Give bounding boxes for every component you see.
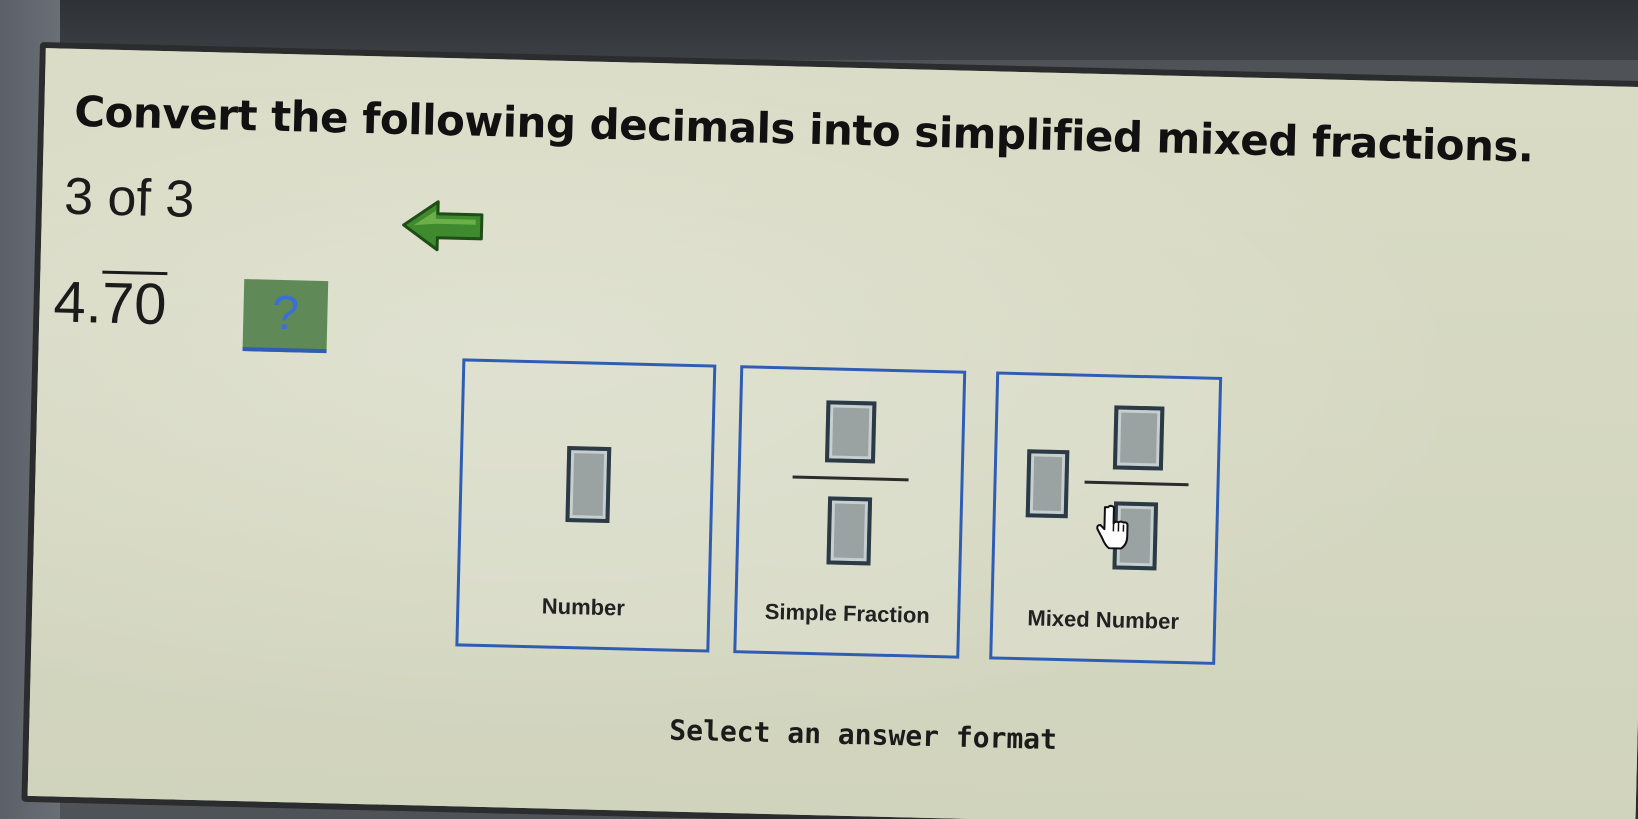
numerator-slot-icon bbox=[1112, 405, 1165, 471]
exercise-panel: Convert the following decimals into simp… bbox=[21, 42, 1638, 819]
back-arrow-button[interactable] bbox=[399, 197, 486, 255]
decimal-whole-part: 4. bbox=[52, 269, 103, 336]
decimal-repeating-part: 70 bbox=[101, 270, 168, 338]
format-number-label: Number bbox=[541, 593, 626, 621]
denominator-slot-icon bbox=[826, 496, 873, 566]
format-mixed-number-label: Mixed Number bbox=[1027, 605, 1180, 634]
screen: Convert the following decimals into simp… bbox=[0, 0, 1638, 819]
left-arrow-icon bbox=[402, 200, 484, 252]
answer-slot[interactable]: ? bbox=[242, 279, 329, 354]
format-simple-fraction-label: Simple Fraction bbox=[764, 598, 931, 628]
number-slot-icon bbox=[565, 446, 612, 524]
numerator-slot-icon bbox=[824, 400, 877, 464]
format-number-button[interactable]: Number bbox=[455, 358, 717, 653]
fraction-bar bbox=[1084, 480, 1189, 487]
format-simple-fraction-button[interactable]: Simple Fraction bbox=[733, 365, 967, 659]
whole-slot-icon bbox=[1025, 449, 1070, 519]
pointer-hand-icon bbox=[1096, 504, 1129, 550]
decimal-problem: 4.70 bbox=[52, 268, 168, 338]
fraction-bar bbox=[792, 475, 909, 482]
progress-counter: 3 of 3 bbox=[63, 167, 196, 229]
format-mixed-number-button[interactable]: Mixed Number bbox=[989, 371, 1223, 665]
